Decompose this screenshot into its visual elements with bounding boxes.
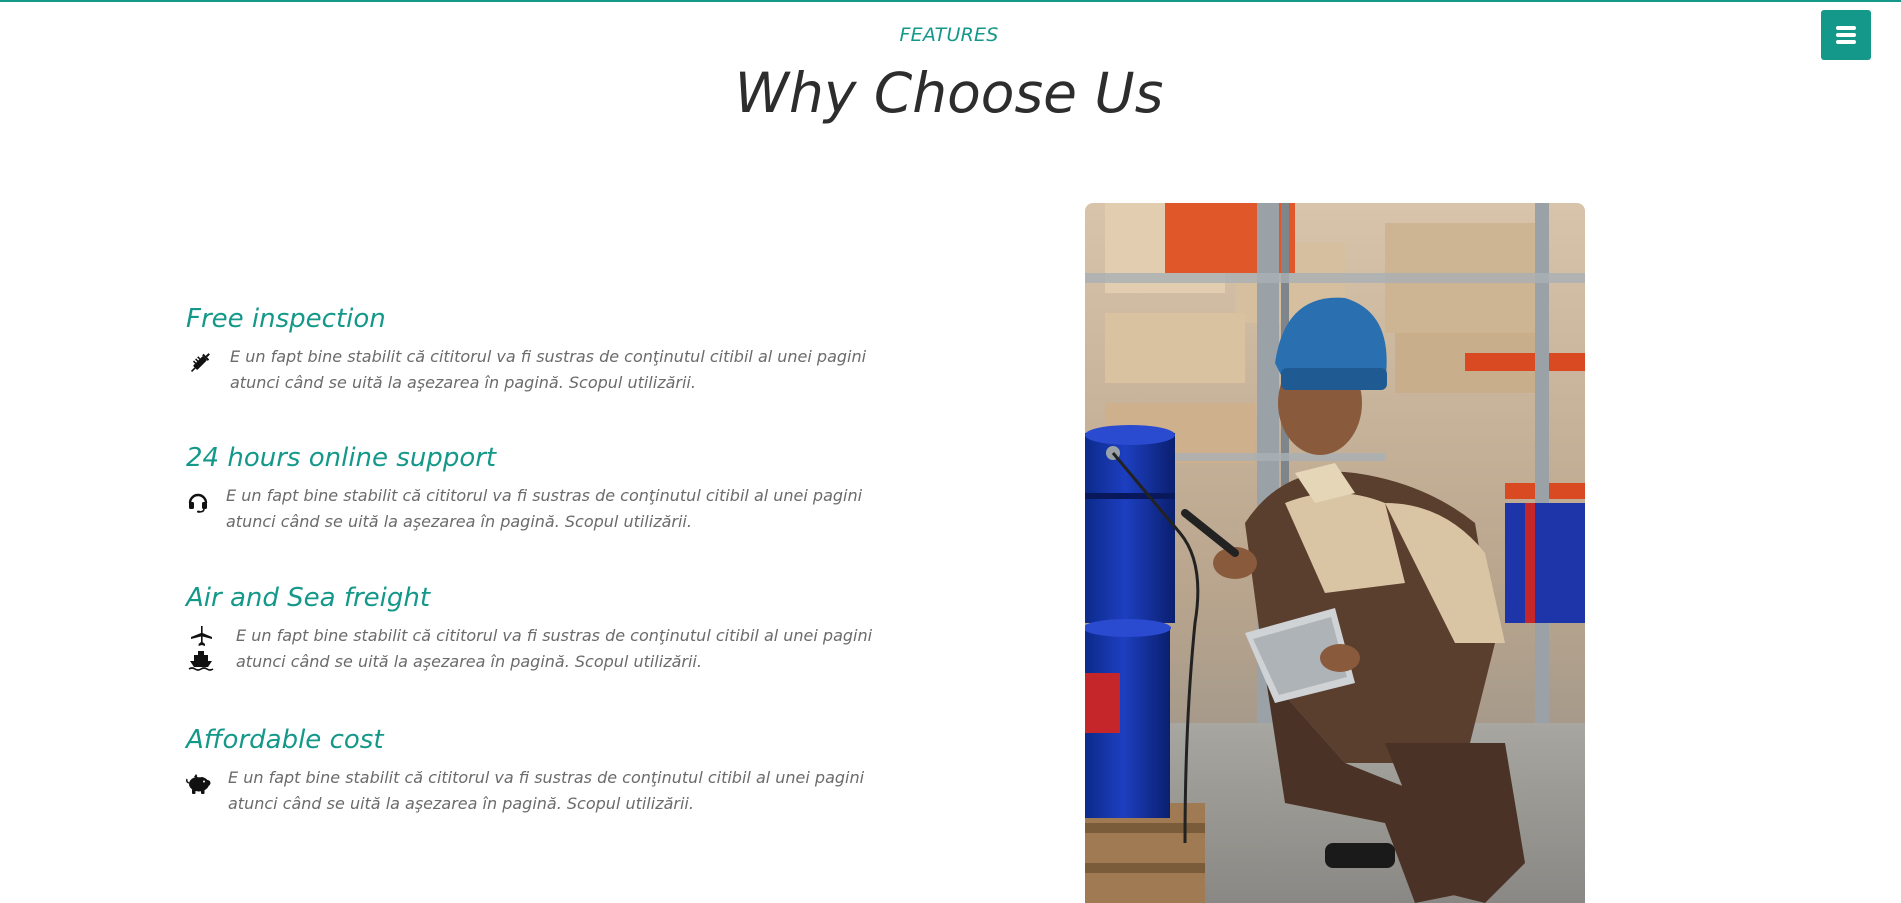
feature-title: Affordable cost [186,725,384,755]
section-title: Why Choose Us [734,61,1164,125]
section-eyebrow: FEATURES [899,24,999,46]
piggy-bank-icon [186,765,212,795]
feature-online-support: 24 hours online support E un fapt bine s… [186,441,926,535]
feature-body: E un fapt bine stabilit că cititorul va … [186,344,926,396]
feature-description: E un fapt bine stabilit că cititorul va … [236,626,873,671]
feature-title: Air and Sea freight [186,583,431,613]
top-accent-line [0,0,1901,2]
feature-body: E un fapt bine stabilit că cititorul va … [186,483,926,535]
ship-icon [188,651,214,671]
feature-body: E un fapt bine stabilit că cititorul va … [186,765,926,817]
warehouse-worker-photo [1085,203,1585,903]
plane-ship-icon [186,623,216,671]
feature-description: E un fapt bine stabilit că cititorul va … [230,347,867,392]
feature-description: E un fapt bine stabilit că cititorul va … [228,768,865,813]
feature-description: E un fapt bine stabilit că cititorul va … [226,486,863,531]
headset-icon [186,483,210,513]
feature-free-inspection: Free inspection E un fapt bine stabilit … [186,302,926,396]
syringe-icon [186,344,214,376]
feature-title: Free inspection [186,304,386,334]
feature-affordable-cost: Affordable cost E un fapt bine stabilit … [186,723,926,817]
feature-body: E un fapt bine stabilit că cititorul va … [186,623,926,675]
feature-air-sea-freight: Air and Sea freight E un fapt bine stabi… [186,581,926,675]
plane-icon [191,626,212,646]
feature-title: 24 hours online support [186,443,497,473]
